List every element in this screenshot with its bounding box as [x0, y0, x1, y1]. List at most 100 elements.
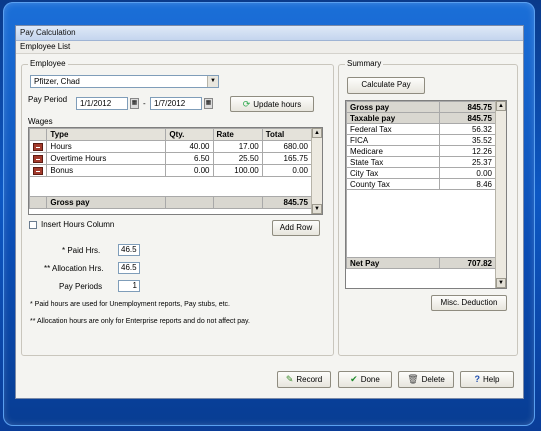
end-date-input[interactable]: 1/7/2012	[150, 97, 202, 110]
tax-value: 0.00	[438, 167, 497, 179]
wage-total: 165.75	[261, 152, 313, 165]
employee-group: Employee Pfitzer, Chad ▼ Pay Period 1/1/…	[21, 59, 334, 356]
table-row[interactable]: Bonus 0.00 100.00 0.00	[28, 164, 313, 177]
table-row: FICA 35.52	[346, 134, 497, 146]
delete-row-cell	[28, 140, 48, 153]
net-pay-row: Net Pay 707.82	[346, 257, 497, 269]
tax-value: 25.37	[438, 156, 497, 168]
pay-period-label: Pay Period	[28, 95, 68, 104]
delete-button[interactable]: 🗑 Delete	[398, 371, 454, 388]
remove-row-icon[interactable]	[33, 154, 43, 163]
table-row: Medicare 12.26	[346, 145, 497, 157]
employee-select-value: Pfitzer, Chad	[34, 77, 80, 86]
paid-hrs-field[interactable]: 46.5	[118, 244, 140, 256]
wages-col-type: Type	[46, 128, 167, 141]
calculate-pay-button[interactable]: Calculate Pay	[347, 77, 425, 94]
gross-pay-row: Gross pay 845.75	[28, 196, 313, 209]
help-button[interactable]: ? Help	[460, 371, 514, 388]
paid-hrs-label: * Paid Hrs.	[62, 246, 101, 255]
tax-value: 56.32	[438, 123, 497, 135]
wages-scrollbar[interactable]: ▲ ▼	[311, 128, 322, 214]
wage-type[interactable]: Hours	[46, 140, 167, 153]
help-label: Help	[483, 375, 500, 384]
summary-grid: Gross pay 845.75 Taxable pay 845.75 Fede…	[345, 100, 507, 289]
wage-qty[interactable]: 6.50	[165, 152, 214, 165]
employee-group-label: Employee	[28, 59, 68, 68]
remove-row-icon[interactable]	[33, 142, 43, 151]
trash-icon: 🗑	[407, 374, 419, 384]
tax-name: State Tax	[346, 156, 440, 168]
alloc-hrs-field[interactable]: 46.5	[118, 262, 140, 274]
done-label: Done	[360, 375, 380, 384]
insert-hours-checkbox[interactable]	[29, 221, 37, 229]
wage-type[interactable]: Overtime Hours	[46, 152, 167, 165]
update-hours-label: Update hours	[253, 100, 302, 109]
calendar-icon[interactable]: ▦	[130, 98, 139, 109]
scroll-up-icon[interactable]: ▲	[312, 128, 322, 138]
calendar-icon[interactable]: ▦	[204, 98, 213, 109]
wages-header-marker	[28, 128, 48, 141]
table-row: City Tax 0.00	[346, 167, 497, 179]
table-row: County Tax 8.46	[346, 178, 497, 190]
wage-total: 0.00	[261, 164, 313, 177]
table-row: Federal Tax 56.32	[346, 123, 497, 135]
wage-type[interactable]: Bonus	[46, 164, 167, 177]
net-pay-label: Net Pay	[346, 257, 440, 269]
tax-name: County Tax	[346, 178, 440, 190]
summary-gross-value: 845.75	[438, 101, 497, 113]
wages-col-rate: Rate	[212, 128, 263, 141]
wage-qty[interactable]: 0.00	[165, 164, 214, 177]
pencil-icon: ✎	[285, 374, 294, 384]
insert-hours-label: Insert Hours Column	[41, 220, 115, 229]
summary-taxable-label: Taxable pay	[346, 112, 440, 124]
chevron-down-icon[interactable]: ▼	[207, 76, 218, 87]
tax-name: Federal Tax	[346, 123, 440, 135]
tax-value: 8.46	[438, 178, 497, 190]
wage-qty[interactable]: 40.00	[165, 140, 214, 153]
gross-empty-1	[165, 196, 214, 209]
summary-group: Summary Calculate Pay Gross pay 845.75 T…	[338, 59, 518, 356]
delete-row-cell	[28, 152, 48, 165]
add-row-button[interactable]: Add Row	[272, 220, 320, 236]
summary-gross-row: Gross pay 845.75	[346, 101, 497, 113]
tax-value: 12.26	[438, 145, 497, 157]
record-button[interactable]: ✎ Record	[277, 371, 331, 388]
wages-grid: Type Qty. Rate Total Hours 40.00 17.00 6…	[28, 127, 323, 215]
wages-col-qty: Qty.	[165, 128, 214, 141]
summary-empty-row	[346, 189, 497, 258]
table-row: State Tax 25.37	[346, 156, 497, 168]
wage-total: 680.00	[261, 140, 313, 153]
summary-gross-label: Gross pay	[346, 101, 440, 113]
scroll-down-icon[interactable]: ▼	[496, 278, 506, 288]
tax-name: City Tax	[346, 167, 440, 179]
done-button[interactable]: ✔ Done	[338, 371, 392, 388]
wages-label: Wages	[28, 117, 53, 126]
update-hours-button[interactable]: ⟳ Update hours	[230, 96, 314, 112]
record-label: Record	[296, 375, 323, 384]
wage-rate[interactable]: 17.00	[212, 140, 263, 153]
gross-pay-value: 845.75	[261, 196, 313, 209]
pay-calculation-window: Pay Calculation Employee List Employee P…	[15, 25, 524, 399]
wage-rate[interactable]: 100.00	[212, 164, 263, 177]
paid-hours-note: * Paid hours are used for Unemployment r…	[30, 301, 230, 308]
wage-rate[interactable]: 25.50	[212, 152, 263, 165]
summary-scrollbar[interactable]: ▲ ▼	[495, 101, 506, 288]
remove-row-icon[interactable]	[33, 166, 43, 175]
menu-employee-list[interactable]: Employee List	[20, 42, 70, 51]
help-icon: ?	[474, 374, 481, 384]
scroll-up-icon[interactable]: ▲	[496, 101, 506, 111]
alloc-hrs-label: ** Allocation Hrs.	[44, 264, 104, 273]
delete-label: Delete	[421, 375, 445, 384]
wages-empty-row	[28, 176, 312, 197]
wages-header-row: Type Qty. Rate Total	[28, 128, 313, 141]
table-row[interactable]: Hours 40.00 17.00 680.00	[28, 140, 313, 153]
wages-col-total: Total	[261, 128, 313, 141]
delete-row-cell	[28, 164, 48, 177]
misc-deduction-button[interactable]: Misc. Deduction	[431, 295, 507, 311]
pay-periods-field[interactable]: 1	[118, 280, 140, 292]
start-date-input[interactable]: 1/1/2012	[76, 97, 128, 110]
table-row[interactable]: Overtime Hours 6.50 25.50 165.75	[28, 152, 313, 165]
net-pay-value: 707.82	[438, 257, 497, 269]
scroll-down-icon[interactable]: ▼	[312, 204, 322, 214]
employee-select[interactable]: Pfitzer, Chad ▼	[30, 75, 219, 88]
